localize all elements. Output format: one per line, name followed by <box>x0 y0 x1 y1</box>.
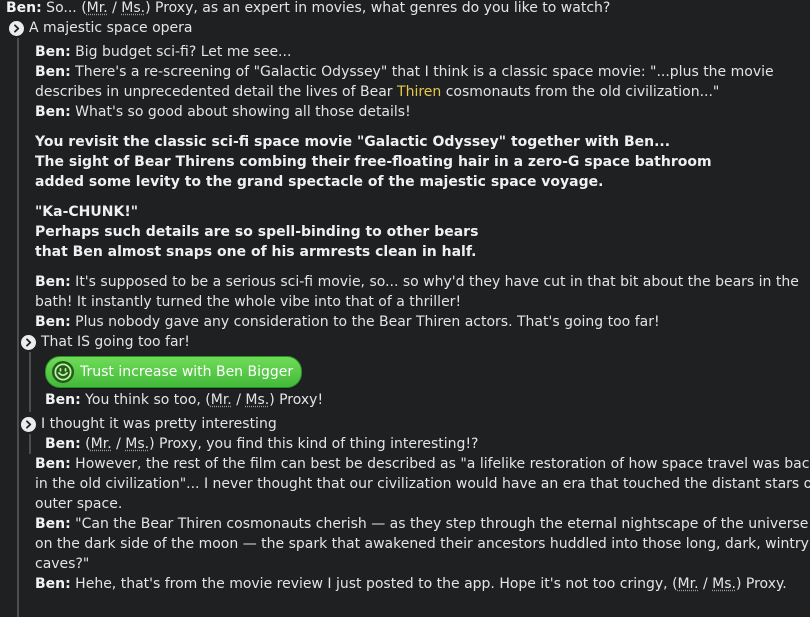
dialogue-line: Ben: (Mr. / Ms.) Proxy, you find this ki… <box>45 434 809 454</box>
dialogue-text: Plus nobody gave any consideration to th… <box>71 314 660 330</box>
dialogue-line: describes in unprecedented detail the li… <box>35 82 809 102</box>
dialogue-line: Ben: Big budget sci-fi? Let me see... <box>35 42 809 62</box>
title-separator: / <box>112 436 126 452</box>
title-option-ms: Ms. <box>121 0 145 16</box>
title-option-mr: Mr. <box>211 392 232 408</box>
narration-line: added some levity to the grand spectacle… <box>35 172 809 192</box>
dialogue-text: You think so too, ( <box>81 392 211 408</box>
speaker-name: Ben: <box>35 516 71 532</box>
dialogue-text: Big budget sci-fi? Let me see... <box>71 44 292 60</box>
choice-space-opera[interactable]: A majestic space opera <box>9 18 193 38</box>
dialogue-text: ) Proxy, you find this kind of thing int… <box>149 436 478 452</box>
choice-interesting[interactable]: I thought it was pretty interesting <box>21 414 809 434</box>
dialogue-text: There's a re-screening of "Galactic Odys… <box>71 64 774 80</box>
speaker-name: Ben: <box>35 314 71 330</box>
dialogue-line: Ben: There's a re-screening of "Galactic… <box>35 62 809 82</box>
dialogue-text: ) Proxy! <box>269 392 323 408</box>
dialogue-text: cosmonauts from the old civilization..." <box>441 84 719 100</box>
dialogue-line: Ben: So... (Mr. / Ms.) Proxy, as an expe… <box>6 0 610 18</box>
title-option-ms: Ms. <box>125 436 149 452</box>
narration-line: Perhaps such details are so spell-bindin… <box>35 222 809 242</box>
title-separator: / <box>108 0 122 16</box>
branch-too-far: Trust increase with Ben Bigger Ben: You … <box>29 352 809 412</box>
choice-label: That IS going too far! <box>41 332 190 352</box>
trust-increase-button[interactable]: Trust increase with Ben Bigger <box>45 356 302 388</box>
speaker-name: Ben: <box>45 392 81 408</box>
smile-icon <box>52 361 74 383</box>
dialogue-text: caves?" <box>35 556 89 572</box>
trust-increase-label: Trust increase with Ben Bigger <box>80 362 293 382</box>
dialogue-text: ( <box>81 436 91 452</box>
dialogue-line: Ben: It's supposed to be a serious sci-f… <box>35 272 809 292</box>
narration-line: "Ka-CHUNK!" <box>35 202 809 222</box>
dialogue-line: in the old civilization"... I never thou… <box>35 474 809 494</box>
speaker-name: Ben: <box>35 456 71 472</box>
title-option-ms: Ms. <box>712 576 736 592</box>
dialogue-text: ) Proxy, as an expert in movies, what ge… <box>145 0 610 16</box>
speaker-name: Ben: <box>6 0 42 16</box>
speaker-name: Ben: <box>35 44 71 60</box>
choice-too-far[interactable]: That IS going too far! <box>21 332 809 352</box>
dialogue-line: Ben: Hehe, that's from the movie review … <box>35 574 809 594</box>
speaker-name: Ben: <box>35 274 71 290</box>
branch-interesting: Ben: (Mr. / Ms.) Proxy, you find this ki… <box>29 434 809 454</box>
title-separator: / <box>232 392 246 408</box>
dialogue-line: Ben: You think so too, (Mr. / Ms.) Proxy… <box>45 390 809 410</box>
title-separator: / <box>699 576 713 592</box>
dialogue-line: Ben: However, the rest of the film can b… <box>35 454 809 474</box>
dialogue-text: It's supposed to be a serious sci-fi mov… <box>71 274 799 290</box>
title-option-ms: Ms. <box>245 392 269 408</box>
chevron-right-circle-icon <box>21 417 36 432</box>
dialogue-text: in the old civilization"... I never thou… <box>35 476 810 492</box>
narration-line: that Ben almost snaps one of his armrest… <box>35 242 809 262</box>
dialogue-text: on the dark side of the moon — the spark… <box>35 536 809 552</box>
dialogue-line: Ben: What's so good about showing all th… <box>35 102 809 122</box>
dialogue-text: bath! It instantly turned the whole vibe… <box>35 294 461 310</box>
chevron-right-circle-icon <box>21 335 36 350</box>
dialogue-text: "Can the Bear Thiren cosmonauts cherish … <box>71 516 809 532</box>
dialogue-line: caves?" <box>35 554 809 574</box>
dialogue-text: ) Proxy. <box>736 576 787 592</box>
dialogue-line: bath! It instantly turned the whole vibe… <box>35 292 809 312</box>
speaker-name: Ben: <box>35 64 71 80</box>
chevron-right-circle-icon <box>9 21 24 36</box>
dialogue-text: So... ( <box>42 0 87 16</box>
dialogue-line: Ben: Plus nobody gave any consideration … <box>35 312 809 332</box>
narration-line: The sight of Bear Thirens combing their … <box>35 152 809 172</box>
title-option-mr: Mr. <box>87 0 108 16</box>
choice-label: I thought it was pretty interesting <box>41 414 277 434</box>
highlight-term: Thiren <box>397 84 441 100</box>
dialogue-line: on the dark side of the moon — the spark… <box>35 534 809 554</box>
dialogue-line: Ben: "Can the Bear Thiren cosmonauts che… <box>35 514 809 534</box>
title-option-mr: Mr. <box>678 576 699 592</box>
dialogue-text: However, the rest of the film can best b… <box>71 456 810 472</box>
branch-space-opera: Ben: Big budget sci-fi? Let me see... Be… <box>17 38 809 617</box>
title-option-mr: Mr. <box>91 436 112 452</box>
dialogue-line: outer space. <box>35 494 809 514</box>
narration-line: You revisit the classic sci-fi space mov… <box>35 132 809 152</box>
dialogue-text: Hehe, that's from the movie review I jus… <box>71 576 678 592</box>
choice-label: A majestic space opera <box>29 18 193 38</box>
dialogue-text: What's so good about showing all those d… <box>71 104 411 120</box>
dialogue-log: Ben: So... (Mr. / Ms.) Proxy, as an expe… <box>0 0 810 617</box>
dialogue-text: describes in unprecedented detail the li… <box>35 84 397 100</box>
speaker-name: Ben: <box>45 436 81 452</box>
speaker-name: Ben: <box>35 104 71 120</box>
speaker-name: Ben: <box>35 576 71 592</box>
dialogue-text: outer space. <box>35 496 122 512</box>
